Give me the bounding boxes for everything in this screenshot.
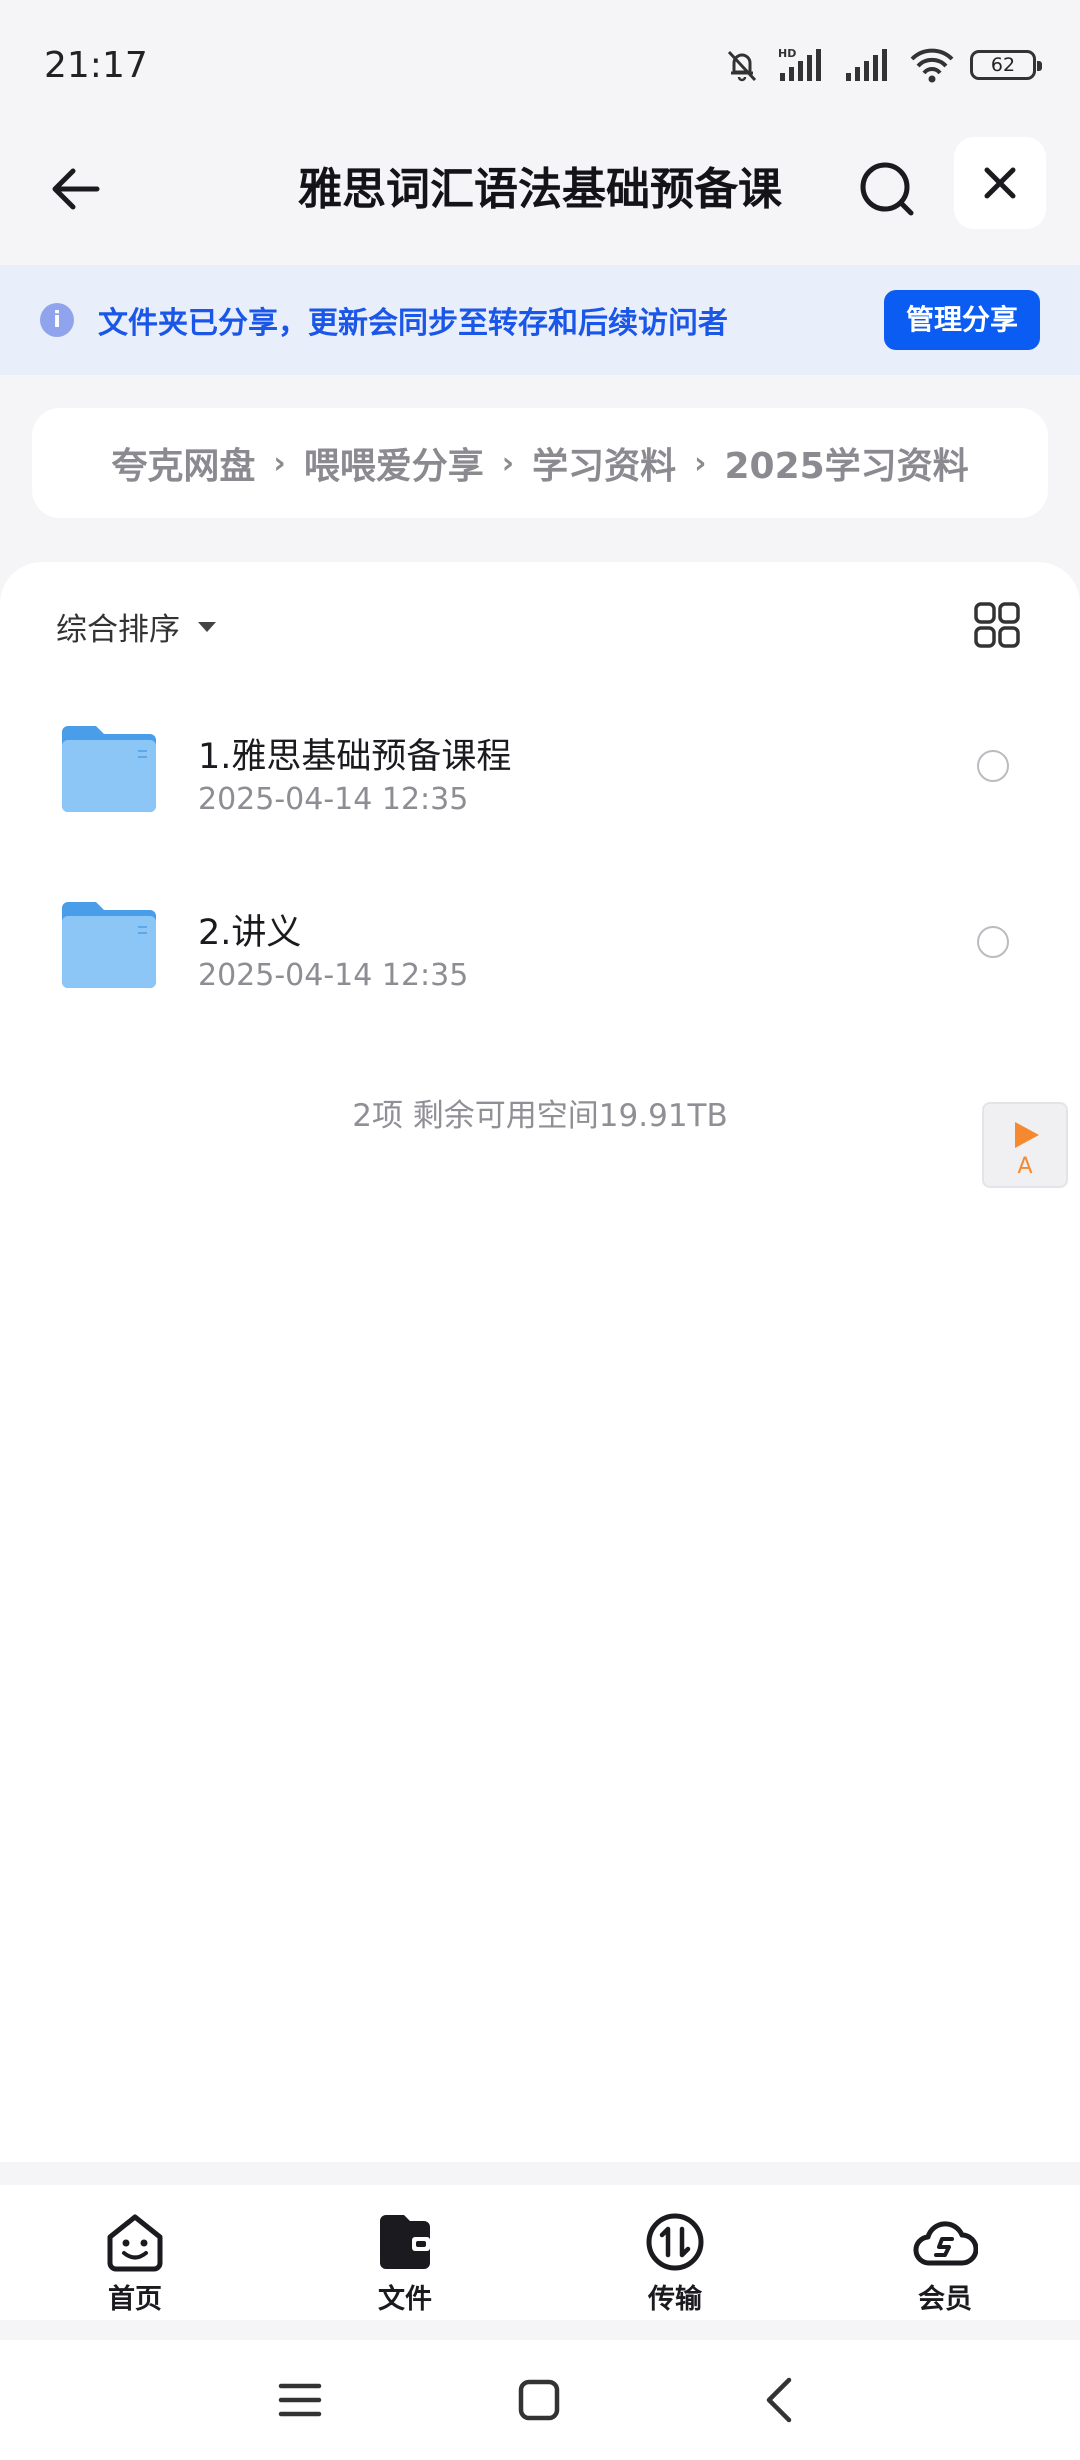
page-title: 雅思词汇语法基础预备课 [298, 164, 782, 215]
square-icon [518, 2379, 560, 2421]
manage-share-button[interactable]: 管理分享 [883, 290, 1040, 350]
file-wallet-icon [380, 2215, 430, 2269]
breadcrumb-separator: › [694, 445, 707, 481]
floating-player-label: A [1017, 1154, 1033, 1179]
nav-label: 会员 [918, 2284, 972, 2315]
grid-view-icon[interactable] [972, 600, 1022, 650]
menu-icon [278, 2383, 322, 2417]
breadcrumb-item[interactable]: 学习资料 [532, 437, 676, 489]
battery-level: 62 [990, 54, 1016, 76]
breadcrumb-separator: › [273, 445, 286, 481]
search-icon [860, 162, 914, 216]
back-button[interactable] [40, 154, 110, 224]
menu-button[interactable] [270, 2370, 330, 2430]
nav-item-home[interactable]: 首页 [0, 2185, 270, 2320]
nav-label: 传输 [648, 2284, 702, 2315]
system-back-button[interactable] [749, 2370, 809, 2430]
breadcrumb-item-current[interactable]: 2025学习资料 [724, 437, 968, 489]
close-button[interactable] [954, 137, 1046, 229]
nav-item-files[interactable]: 文件 [270, 2185, 540, 2320]
breadcrumb-separator: › [501, 445, 515, 481]
top-bar: 雅思词汇语法基础预备课 [0, 130, 1080, 265]
file-row[interactable]: 1.雅思基础预备课程 2025-04-14 12:35 [0, 692, 1080, 842]
select-radio[interactable] [977, 926, 1009, 958]
file-name: 1.雅思基础预备课程 [198, 737, 512, 777]
signal-hd-icon: HD [778, 47, 821, 81]
nav-label: 首页 [108, 2284, 162, 2315]
sort-dropdown[interactable]: 综合排序 [56, 604, 216, 649]
info-icon: i [40, 303, 74, 337]
file-row[interactable]: 2.讲义 2025-04-14 12:35 [0, 868, 1080, 1018]
storage-summary: 2项 剩余可用空间19.91TB [352, 1098, 728, 1134]
breadcrumb-item[interactable]: 喂喂爱分享 [304, 437, 484, 489]
file-list-panel: 综合排序 1.雅思基础预备课程 2025-04-14 12:35 2.讲义 20… [0, 562, 1080, 2162]
system-nav-bar [0, 2340, 1080, 2460]
bottom-nav: 首页 文件 传输 会员 [0, 2185, 1080, 2320]
member-cloud-icon [913, 2221, 978, 2266]
sort-label: 综合排序 [56, 612, 180, 648]
play-icon [1015, 1122, 1039, 1148]
status-bar: 21:17 HD 62 [0, 0, 1080, 130]
home-face-icon [107, 2214, 163, 2272]
select-radio[interactable] [977, 750, 1009, 782]
status-time: 21:17 [44, 44, 148, 86]
chevron-left-icon [766, 2377, 792, 2423]
file-date: 2025-04-14 12:35 [198, 782, 469, 817]
file-date: 2025-04-14 12:35 [198, 958, 469, 993]
hd-label: HD [778, 47, 796, 60]
breadcrumb-item[interactable]: 夸克网盘 [111, 437, 255, 489]
folder-icon [62, 726, 156, 812]
breadcrumb: 夸克网盘 › 喂喂爱分享 › 学习资料 › 2025学习资料 [32, 408, 1048, 518]
home-button[interactable] [509, 2370, 569, 2430]
arrow-left-icon [52, 168, 100, 210]
mute-bell-icon [727, 50, 757, 82]
file-name: 2.讲义 [198, 913, 302, 953]
nav-item-transfer[interactable]: 传输 [540, 2185, 810, 2320]
transfer-icon [646, 2213, 704, 2271]
signal-icon [846, 49, 887, 81]
floating-player-button[interactable]: A [982, 1102, 1068, 1188]
status-icons: HD 62 [722, 45, 1042, 85]
search-button[interactable] [852, 154, 924, 226]
share-banner: i 文件夹已分享，更新会同步至转存和后续访问者 管理分享 [0, 265, 1080, 375]
nav-label: 文件 [378, 2284, 432, 2315]
nav-item-member[interactable]: 会员 [810, 2185, 1080, 2320]
battery-icon: 62 [970, 50, 1042, 80]
share-banner-text: 文件夹已分享，更新会同步至转存和后续访问者 [98, 306, 728, 341]
close-icon [984, 167, 1016, 199]
caret-down-icon [198, 621, 216, 632]
folder-icon [62, 902, 156, 988]
wifi-icon [910, 48, 954, 83]
